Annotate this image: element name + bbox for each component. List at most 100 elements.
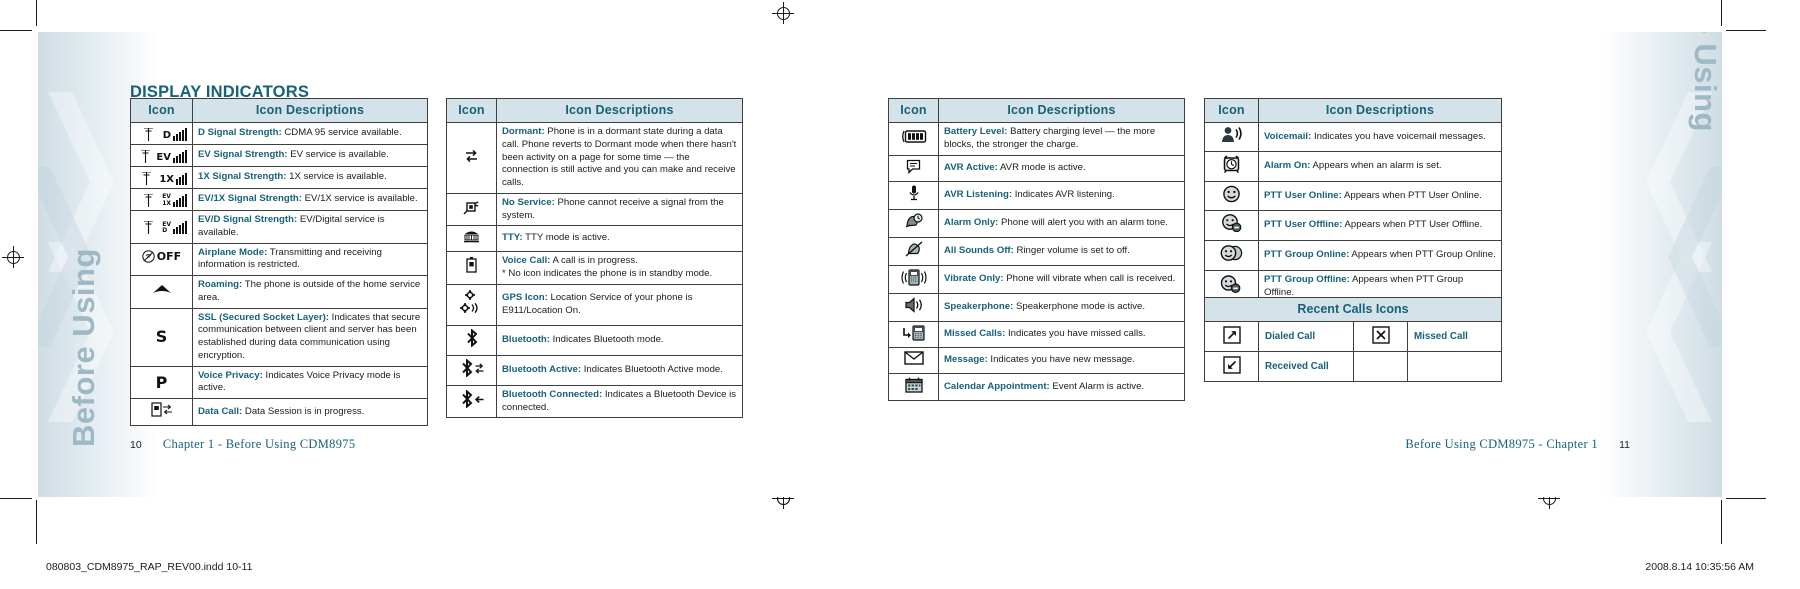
crop-line-bottom-left	[36, 500, 37, 544]
table-row: Battery Level: Battery charging level — …	[888, 122, 1185, 156]
recent-calls-icons-table: Recent Calls Icons Dialed Call Missed Ca…	[1204, 297, 1502, 382]
left-page-footer: 10 Chapter 1 - Before Using CDM8975	[130, 437, 355, 452]
table-row: Missed Calls: Indicates you have missed …	[888, 321, 1185, 348]
crop-line-left-bottom	[0, 498, 32, 499]
person-voice-icon	[1221, 127, 1242, 142]
triangle-roam-icon	[152, 284, 171, 293]
table-row: PTT User Offline: Appears when PTT User …	[1204, 210, 1502, 241]
data-call-icon	[130, 398, 193, 426]
antenna-icon	[140, 150, 150, 163]
recent-calls-title: Recent Calls Icons	[1204, 297, 1502, 322]
registration-mark-left	[2, 246, 24, 268]
table-header-row: Icon Icon Descriptions	[888, 98, 1185, 123]
speaker-waves-icon	[904, 297, 922, 314]
table-row: Message: Indicates you have new message.	[888, 346, 1185, 374]
table-cell-description: Missed Calls: Indicates you have missed …	[938, 321, 1185, 348]
message-icon	[888, 346, 939, 374]
missed-x-icon	[1371, 326, 1390, 344]
column-header-description: Icon Descriptions	[192, 98, 428, 123]
bell-muted-icon	[905, 241, 922, 257]
table-cell-description: Bluetooth Connected: Indicates a Bluetoo…	[496, 384, 743, 419]
antenna-icon	[143, 194, 153, 207]
bluetooth-glyph-icon	[466, 328, 477, 348]
column-header-icon: Icon	[130, 98, 193, 123]
recent-calls-empty-label-cell	[1407, 351, 1502, 382]
table-row: EV 1X EV/1X Signal Strength: EV/1X servic…	[130, 188, 428, 211]
signal-ev-icon: EV	[130, 144, 193, 167]
table-header-row: Icon Icon Descriptions	[130, 98, 428, 123]
left-page: Before Using DISPLAY INDICATORS Icon Ico…	[38, 32, 878, 497]
display-indicators-table-2: Icon Icon Descriptions Dormant: Phone is…	[446, 98, 743, 419]
table-cell-description: D Signal Strength: CDMA 95 service avail…	[192, 122, 428, 145]
received-call-icon	[1204, 351, 1259, 382]
watermark-before-using-left: Before Using	[66, 248, 101, 447]
antenna-icon	[143, 128, 153, 141]
antenna-icon	[143, 221, 153, 235]
table-header-row: Recent Calls Icons	[1204, 297, 1502, 322]
battery-level-icon	[888, 122, 939, 156]
table-cell-description: Battery Level: Battery charging level — …	[938, 122, 1185, 156]
crop-line-right-top	[1726, 30, 1766, 31]
table-cell-description: PTT User Offline: Appears when PTT User …	[1258, 210, 1502, 241]
table-row: TTY: TTY mode is active.	[446, 225, 743, 252]
table-cell-description: EV/D Signal Strength: EV/Digital service…	[192, 210, 428, 244]
column-header-icon: Icon	[446, 98, 497, 123]
display-indicators-table-1: Icon Icon Descriptions D D Signal Streng…	[130, 98, 428, 426]
missed-call-icon	[1353, 321, 1408, 352]
table-cell-description: AVR Active: AVR mode is active.	[938, 154, 1185, 183]
table-header-row: Icon Icon Descriptions	[1204, 98, 1502, 123]
table-cell-description: PTT Group Online: Appears when PTT Group…	[1258, 240, 1502, 271]
watermark-before-using-right: Before Using	[1688, 32, 1722, 132]
crop-line-top-right	[1721, 0, 1722, 26]
right-page: Before Using Icon Icon Descriptions Batt…	[882, 32, 1722, 497]
received-call-label: Received Call	[1258, 351, 1354, 382]
avr-active-icon	[888, 154, 939, 183]
bluetooth-icon	[446, 325, 497, 356]
signal-ev1x-icon: EV 1X	[130, 188, 193, 211]
table-cell-description: EV Signal Strength: EV service is availa…	[192, 144, 428, 167]
table-row: EV D EV/D Signal Strength: EV/Digital ser…	[130, 210, 428, 244]
table-row: All Sounds Off: Ringer volume is set to …	[888, 236, 1185, 266]
registration-mark-top	[772, 2, 794, 24]
column-header-description: Icon Descriptions	[496, 98, 743, 123]
table-cell-description: EV/1X Signal Strength: EV/1X service is …	[192, 188, 428, 211]
ssl-icon: S	[130, 307, 193, 367]
smiley-face-icon	[1223, 185, 1240, 202]
vibrate-only-icon	[888, 264, 939, 295]
received-arrow-icon	[1222, 356, 1241, 374]
table-cell-description: PTT User Online: Appears when PTT User O…	[1258, 180, 1502, 212]
table-row: Vibrate Only: Phone will vibrate when ca…	[888, 264, 1185, 295]
speech-bubble-icon	[906, 159, 921, 174]
gps-icon	[446, 283, 497, 327]
alarm-clock-icon	[1223, 155, 1240, 173]
table-row: Alarm On: Appears when an alarm is set.	[1204, 150, 1502, 182]
signal-1x-icon: 1X	[130, 166, 193, 189]
table-cell-description: Vibrate Only: Phone will vibrate when ca…	[938, 264, 1185, 295]
table-cell-description: 1X Signal Strength: 1X service is availa…	[192, 166, 428, 189]
all-sounds-off-icon	[888, 236, 939, 266]
chapter-label-right: Before Using CDM8975 - Chapter 1	[1405, 437, 1598, 451]
alarm-on-icon	[1204, 150, 1259, 182]
crop-line-right-bottom	[1726, 498, 1766, 499]
table-cell-description: TTY: TTY mode is active.	[496, 225, 743, 252]
table-cell-description: SSL (Secured Socket Layer): Indicates th…	[192, 307, 428, 367]
vibrating-phone-icon	[900, 268, 927, 286]
page-number-right: 11	[1619, 439, 1630, 451]
up-down-arrows-icon	[466, 149, 477, 163]
calendar-icon	[904, 377, 923, 393]
table-cell-description: Message: Indicates you have new message.	[938, 346, 1185, 374]
table-cell-description: Alarm Only: Phone will alert you with an…	[938, 209, 1185, 238]
display-indicators-table-4: Icon Icon Descriptions Voicemail: Indica	[1204, 98, 1502, 304]
table-row: EV EV Signal Strength: EV service is ava…	[130, 144, 428, 167]
group-smiley-icon	[1220, 245, 1242, 261]
ptt-user-offline-icon	[1204, 210, 1259, 241]
alarm-only-icon	[888, 209, 939, 238]
column-header-icon: Icon	[1204, 98, 1259, 123]
table-cell-description: Airplane Mode: Transmitting and receivin…	[192, 242, 428, 276]
no-service-handset-icon	[463, 201, 478, 215]
table-row: Roaming: The phone is outside of the hom…	[130, 275, 428, 309]
envelope-icon	[903, 351, 924, 365]
signal-evd-icon: EV D	[130, 210, 193, 244]
page-number-left: 10	[130, 439, 142, 451]
data-arrows-icon	[163, 404, 172, 415]
